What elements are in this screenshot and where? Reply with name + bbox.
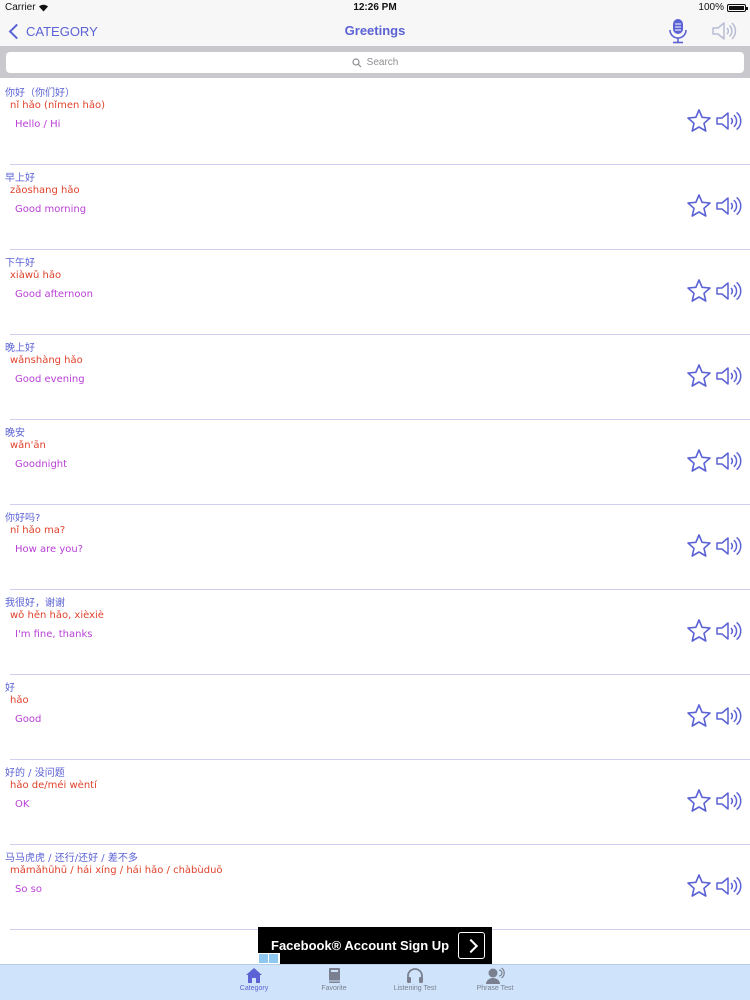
speaker-icon[interactable] <box>715 279 743 303</box>
battery-icon <box>727 4 748 12</box>
star-icon[interactable] <box>686 448 712 474</box>
ad-banner[interactable]: Facebook® Account Sign Up <box>258 927 492 964</box>
tab-category[interactable]: Category <box>219 967 289 999</box>
phrase-pinyin: hǎo <box>10 695 29 706</box>
phrase-row[interactable]: 你好吗? nǐ hǎo ma? How are you? <box>5 505 750 590</box>
star-icon[interactable] <box>686 873 712 899</box>
speaker-icon[interactable] <box>715 364 743 388</box>
speaker-icon[interactable] <box>715 874 743 898</box>
phrase-pinyin: wǎnshàng hǎo <box>10 355 83 366</box>
phrase-hanzi: 好的 / 没问题 <box>5 768 65 779</box>
phrase-hanzi: 你好吗? <box>5 513 41 524</box>
phrase-row[interactable]: 早上好 zǎoshang hǎo Good morning <box>5 165 750 250</box>
navigation-bar: CATEGORY Greetings <box>0 16 750 46</box>
star-icon[interactable] <box>686 703 712 729</box>
phrase-pinyin: zǎoshang hǎo <box>10 185 80 196</box>
chevron-right-icon <box>458 932 485 959</box>
phrase-english: So so <box>15 884 42 895</box>
phrase-english: Goodnight <box>15 459 68 470</box>
tab-label: Favorite <box>321 985 347 992</box>
phrase-english: OK <box>15 799 30 810</box>
tab-phrase-test[interactable]: Phrase Test <box>460 967 530 999</box>
back-button[interactable]: CATEGORY <box>8 21 98 41</box>
phrase-row[interactable]: 下午好 xiàwǔ hǎo Good afternoon <box>5 250 750 335</box>
battery-percent: 100% <box>698 2 724 13</box>
chevron-left-icon <box>8 23 25 39</box>
phrase-english: Hello / Hi <box>15 119 61 130</box>
phrase-row[interactable]: 好的 / 没问题 hǎo de/méi wèntí OK <box>5 760 750 845</box>
star-icon[interactable] <box>686 278 712 304</box>
phrase-hanzi: 我很好，谢谢 <box>5 598 65 609</box>
status-time: 12:26 PM <box>353 2 397 13</box>
star-icon[interactable] <box>686 108 712 134</box>
phrase-english: Good <box>15 714 42 725</box>
phrase-hanzi: 下午好 <box>5 258 35 269</box>
search-input[interactable]: Search <box>6 52 744 73</box>
phrase-english: How are you? <box>15 544 84 555</box>
phrase-pinyin: wǎn'ān <box>10 440 46 451</box>
search-icon <box>352 57 362 67</box>
phrase-pinyin: mǎmǎhūhū / hái xíng / hái hǎo / chàbùduō <box>10 865 223 876</box>
book-icon <box>329 968 340 983</box>
speaker-icon[interactable] <box>711 20 737 42</box>
ad-choices-icon[interactable] <box>258 953 280 964</box>
phrase-row[interactable]: 晚上好 wǎnshàng hǎo Good evening <box>5 335 750 420</box>
headphones-icon <box>407 968 423 983</box>
phrase-row[interactable]: 马马虎虎 / 还行/还好 / 差不多 mǎmǎhūhū / hái xíng /… <box>5 845 750 930</box>
speaker-icon[interactable] <box>715 109 743 133</box>
page-title: Greetings <box>344 23 406 38</box>
phrase-list: 你好（你们好） nǐ hǎo (nǐmen hǎo) Hello / Hi 早上… <box>0 80 750 930</box>
search-placeholder: Search <box>366 57 399 68</box>
star-icon[interactable] <box>686 618 712 644</box>
phrase-pinyin: xiàwǔ hǎo <box>10 270 62 281</box>
phrase-hanzi: 好 <box>5 683 15 694</box>
phrase-hanzi: 马马虎虎 / 还行/还好 / 差不多 <box>5 853 138 864</box>
tab-bar: Category Favorite Listening Test Phrase … <box>0 964 750 1000</box>
phrase-row[interactable]: 晚安 wǎn'ān Goodnight <box>5 420 750 505</box>
microphone-icon[interactable] <box>667 18 689 44</box>
phrase-row[interactable]: 好 hǎo Good <box>5 675 750 760</box>
star-icon[interactable] <box>686 533 712 559</box>
phrase-pinyin: nǐ hǎo ma? <box>10 525 66 536</box>
phrase-pinyin: nǐ hǎo (nǐmen hǎo) <box>10 100 105 111</box>
tab-label: Phrase Test <box>476 985 514 992</box>
back-button-label: CATEGORY <box>26 23 98 39</box>
phrase-hanzi: 晚安 <box>5 428 25 439</box>
phrase-pinyin: wǒ hěn hǎo, xièxiè <box>10 610 104 621</box>
home-icon <box>246 968 262 983</box>
phrase-english: Good evening <box>15 374 85 385</box>
phrase-pinyin: hǎo de/méi wèntí <box>10 780 97 791</box>
star-icon[interactable] <box>686 788 712 814</box>
phrase-hanzi: 晚上好 <box>5 343 35 354</box>
tab-listening-test[interactable]: Listening Test <box>380 967 450 999</box>
search-bar: Search <box>0 46 750 78</box>
star-icon[interactable] <box>686 363 712 389</box>
speaker-icon[interactable] <box>715 194 743 218</box>
phrase-english: I'm fine, thanks <box>15 629 93 640</box>
speaker-icon[interactable] <box>715 449 743 473</box>
tab-label: Category <box>239 985 269 992</box>
tab-favorite[interactable]: Favorite <box>299 967 369 999</box>
phrase-row[interactable]: 我很好，谢谢 wǒ hěn hǎo, xièxiè I'm fine, than… <box>5 590 750 675</box>
speaker-icon[interactable] <box>715 534 743 558</box>
star-icon[interactable] <box>686 193 712 219</box>
phrase-row[interactable]: 你好（你们好） nǐ hǎo (nǐmen hǎo) Hello / Hi <box>5 80 750 165</box>
phrase-english: Good afternoon <box>15 289 93 300</box>
tab-label: Listening Test <box>393 985 437 992</box>
status-bar: Carrier 12:26 PM 100% <box>0 0 750 16</box>
phrase-english: Good morning <box>15 204 87 215</box>
user-speaking-icon <box>486 967 505 984</box>
speaker-icon[interactable] <box>715 619 743 643</box>
phrase-hanzi: 你好（你们好） <box>5 88 75 99</box>
phrase-hanzi: 早上好 <box>5 173 35 184</box>
ad-text: Facebook® Account Sign Up <box>271 938 450 953</box>
speaker-icon[interactable] <box>715 704 743 728</box>
speaker-icon[interactable] <box>715 789 743 813</box>
